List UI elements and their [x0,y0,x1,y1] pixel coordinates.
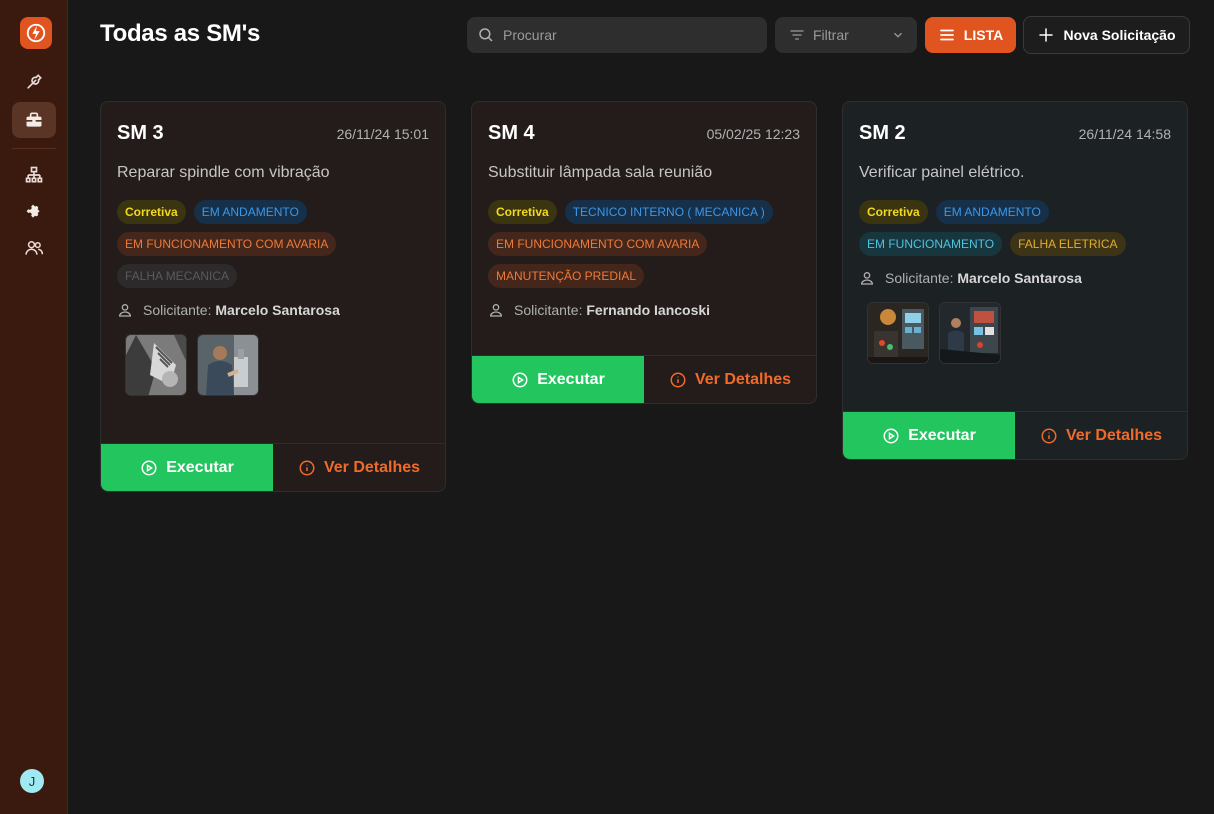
request-card: SM 4 05/02/25 12:23 Substituir lâmpada s… [471,101,817,404]
card-title: SM 2 [859,122,906,144]
card-description: Verificar painel elétrico. [859,164,1025,181]
details-label: Ver Detalhes [323,458,421,476]
menu-icon [939,29,954,41]
category-tag: MANUTENÇÃO PREDIAL [488,264,645,288]
users-icon [25,241,44,255]
card-title: SM 3 [117,122,164,144]
card-description: Reparar spindle com vibração [117,164,330,181]
team-tag: TECNICO INTERNO ( MECANICA ) [564,200,773,224]
play-circle-icon [883,428,899,444]
requester-name: Fernando Iancoski [586,302,711,318]
search-icon [479,28,493,42]
play-circle-icon [512,372,528,388]
requester: Solicitante: Fernando Iancoski [472,288,816,318]
sidebar-divider [12,148,56,149]
requester-label: Solicitante: [143,302,212,318]
type-tag: Corretiva [117,200,186,224]
type-tag: Corretiva [488,200,557,224]
requester: Solicitante: Marcelo Santarosa [843,256,1187,286]
attachment-thumbnail[interactable] [197,334,259,396]
app-logo[interactable] [20,17,52,49]
details-button[interactable]: Ver Detalhes [644,356,816,403]
requester-name: Marcelo Santarosa [215,302,340,318]
tag-list: Corretiva EM ANDAMENTO EM FUNCIONAMENTO … [843,182,1163,256]
list-view-label: LISTA [963,27,1004,43]
requester-name: Marcelo Santarosa [957,270,1082,286]
wrench-icon [27,74,42,89]
execute-label: Executar [166,459,234,476]
type-tag: Corretiva [859,200,928,224]
chevron-down-icon [894,32,902,38]
new-request-button[interactable]: Nova Solicitação [1023,16,1190,54]
status-tag: EM ANDAMENTO [935,200,1049,224]
details-label: Ver Detalhes [694,370,792,388]
tag-list: Corretiva TECNICO INTERNO ( MECANICA ) E… [472,182,792,288]
attachment-thumbnail[interactable] [939,302,1001,364]
play-circle-icon [141,460,157,476]
failure-tag: FALHA ELETRICA [1010,232,1126,256]
execute-label: Executar [537,371,605,388]
request-card: SM 2 26/11/24 14:58 Verificar painel elé… [842,101,1188,460]
attachment-thumbnail[interactable] [125,334,187,396]
sidebar-item-users[interactable] [12,230,56,266]
sidebar-item-requests[interactable] [12,102,56,138]
card-date: 26/11/24 15:01 [336,126,429,142]
attachments [843,286,1187,364]
attachment-thumbnail[interactable] [867,302,929,364]
execute-label: Executar [908,427,976,444]
info-icon [670,372,686,387]
sidebar-item-parts[interactable] [12,193,56,229]
condition-tag: EM FUNCIONAMENTO COM AVARIA [117,232,337,256]
requester-label: Solicitante: [885,270,954,286]
sidebar: J [0,0,68,814]
details-button[interactable]: Ver Detalhes [273,444,445,491]
attachments [101,318,445,396]
avatar-initial: J [28,773,36,789]
plus-icon [1039,28,1054,42]
card-date: 05/02/25 12:23 [706,126,800,142]
card-actions: Executar Ver Detalhes [472,355,816,403]
tag-list: Corretiva EM ANDAMENTO EM FUNCIONAMENTO … [101,182,421,288]
sidebar-item-tools[interactable] [12,64,56,100]
lightning-icon [26,23,46,43]
execute-button[interactable]: Executar [101,444,273,491]
toolbox-icon [26,112,42,127]
card-actions: Executar Ver Detalhes [101,443,445,491]
filter-label: Filtrar [813,27,849,43]
user-avatar[interactable]: J [20,769,44,793]
execute-button[interactable]: Executar [472,356,644,403]
info-icon [299,460,315,475]
page-title: Todas as SM's [100,20,261,47]
status-tag: EM ANDAMENTO [193,200,307,224]
hierarchy-icon [25,166,43,183]
details-label: Ver Detalhes [1065,426,1163,444]
requester: Solicitante: Marcelo Santarosa [101,288,445,318]
list-view-button[interactable]: LISTA [925,17,1016,53]
puzzle-icon [26,204,40,218]
card-description: Substituir lâmpada sala reunião [488,164,713,181]
search-box[interactable] [467,17,767,53]
request-card: SM 3 26/11/24 15:01 Reparar spindle com … [100,101,446,492]
card-actions: Executar Ver Detalhes [843,411,1187,459]
search-input[interactable] [503,27,753,43]
user-icon [118,304,132,317]
filter-icon [790,30,804,40]
execute-button[interactable]: Executar [843,412,1015,459]
filter-select[interactable]: Filtrar [775,17,917,53]
user-icon [860,272,874,285]
failure-tag: FALHA MECANICA [117,264,238,288]
new-request-label: Nova Solicitação [1063,27,1176,43]
condition-tag: EM FUNCIONAMENTO [859,232,1003,256]
condition-tag: EM FUNCIONAMENTO COM AVARIA [488,232,708,256]
card-date: 26/11/24 14:58 [1078,126,1171,142]
sidebar-item-structure[interactable] [12,157,56,193]
requester-label: Solicitante: [514,302,583,318]
user-icon [489,304,503,317]
details-button[interactable]: Ver Detalhes [1015,412,1187,459]
card-title: SM 4 [488,122,535,144]
info-icon [1041,428,1057,443]
